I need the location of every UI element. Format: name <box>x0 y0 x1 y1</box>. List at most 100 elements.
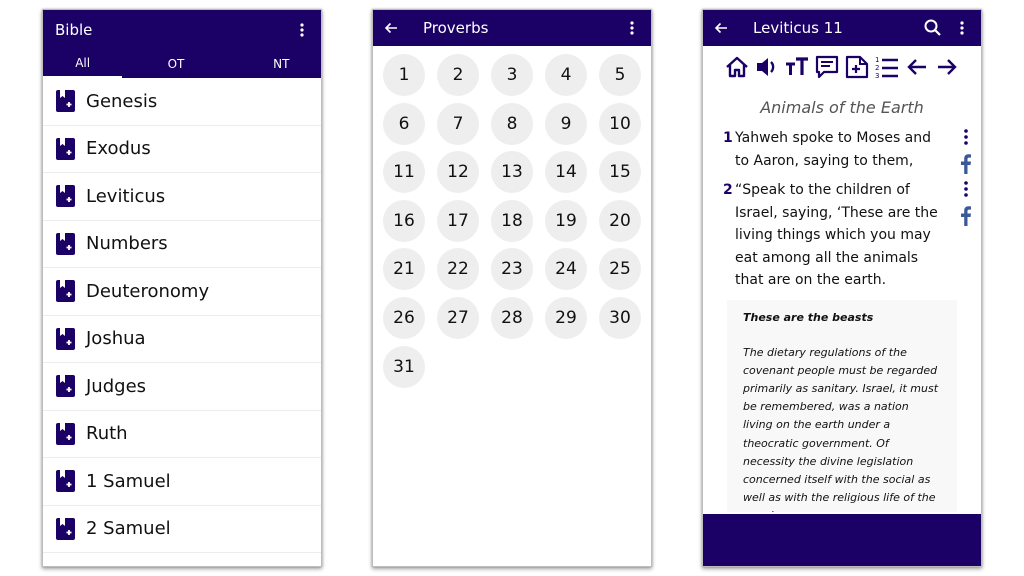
book-list-item[interactable]: 2 Samuel <box>43 506 321 553</box>
chapter-button[interactable]: 31 <box>383 345 425 388</box>
book-list-item[interactable]: Genesis <box>43 78 321 126</box>
chapter-button[interactable]: 18 <box>491 199 533 242</box>
chapter-button[interactable]: 22 <box>437 248 479 291</box>
section-title: Animals of the Earth <box>760 98 924 117</box>
chapter-button[interactable]: 13 <box>491 151 533 194</box>
book-list-item[interactable]: Leviticus <box>43 173 321 221</box>
book-list-item[interactable]: Judges <box>43 363 321 411</box>
tab-all[interactable]: All <box>43 50 123 78</box>
svg-text:3: 3 <box>875 72 879 79</box>
book-name: Ruth <box>86 423 128 445</box>
book-list-item[interactable]: 1 Samuel <box>43 458 321 506</box>
book-name: Exodus <box>86 138 151 160</box>
more-vert-icon[interactable] <box>953 19 971 37</box>
chapter-button[interactable]: 7 <box>437 102 479 145</box>
chapter-button[interactable]: 19 <box>545 199 587 242</box>
verse-actions <box>959 179 973 227</box>
book-title: Proverbs <box>423 19 489 37</box>
chapter-button[interactable]: 25 <box>599 248 641 291</box>
chapter-button[interactable]: 5 <box>599 54 641 96</box>
chapter-button[interactable]: 9 <box>545 102 587 145</box>
chapter-grid: 1 2 3 4 5 6 7 8 9 10 11 12 13 14 15 16 17 18 19 20 21 22 23 24 2… <box>373 46 651 388</box>
chapter-button[interactable]: 2 <box>437 54 479 96</box>
verse-number: 1 <box>723 130 733 146</box>
verse-number: 2 <box>723 182 733 198</box>
chapter-button[interactable]: 28 <box>491 296 533 339</box>
svg-text:1: 1 <box>875 56 879 64</box>
chapter-button[interactable]: 4 <box>545 54 587 96</box>
chapter-button[interactable]: 1 <box>383 54 425 96</box>
chapter-button[interactable]: 3 <box>491 54 533 96</box>
chapter-button[interactable]: 27 <box>437 296 479 339</box>
comment-icon[interactable] <box>814 54 840 80</box>
more-vert-icon[interactable] <box>293 21 311 39</box>
book-name: Joshua <box>86 328 146 350</box>
book-name: 1 Samuel <box>86 470 171 492</box>
book-list-item[interactable]: Exodus <box>43 126 321 173</box>
tab-ot[interactable]: OT <box>122 50 215 78</box>
bottom-bar <box>703 514 981 566</box>
previous-chapter-icon[interactable] <box>904 54 930 80</box>
chapter-button[interactable]: 17 <box>437 199 479 242</box>
book-list-item[interactable]: Numbers <box>43 221 321 268</box>
verse-more-icon[interactable] <box>959 179 973 199</box>
chapter-button[interactable]: 6 <box>383 102 425 145</box>
chapter-button[interactable]: 16 <box>383 199 425 242</box>
chapter-button[interactable]: 24 <box>545 248 587 291</box>
commentary-box: These are the beasts The dietary regulat… <box>727 299 957 512</box>
add-note-icon[interactable] <box>844 54 870 80</box>
search-icon[interactable] <box>923 18 943 38</box>
commentary-body: The dietary regulations of the covenant … <box>743 345 939 512</box>
book-list-item[interactable]: Joshua <box>43 316 321 363</box>
verse[interactable]: 2 “Speak to the children of Israel, sayin… <box>703 179 981 292</box>
arrow-back-icon[interactable] <box>373 10 409 46</box>
commentary-heading: These are the beasts <box>743 310 874 324</box>
verse-list: 1 Yahweh spoke to Moses and to Aaron, say… <box>703 127 981 292</box>
book-list: Genesis Exodus Leviticus Numbers Deuteronomy… <box>43 78 321 553</box>
more-vert-icon[interactable] <box>623 19 641 37</box>
facebook-share-icon[interactable] <box>959 153 973 175</box>
next-chapter-icon[interactable] <box>934 54 960 80</box>
facebook-share-icon[interactable] <box>959 205 973 227</box>
svg-text:2: 2 <box>875 64 879 72</box>
arrow-back-icon[interactable] <box>703 10 739 46</box>
verse-text: “Speak to the children of Israel, saying… <box>735 182 938 288</box>
book-name: Judges <box>86 375 147 397</box>
chapter-button[interactable]: 29 <box>545 296 587 339</box>
book-name: Deuteronomy <box>86 280 210 302</box>
books-screen: Bible All OT NT Genesis Exodus Leviticus Nu… <box>42 9 322 567</box>
chapter-button[interactable]: 30 <box>599 296 641 339</box>
chapters-screen: Proverbs 1 2 3 4 5 6 7 8 9 10 11 12 13 14 15 16 17 18 19 20… <box>372 9 652 567</box>
bible-book-icon <box>56 185 75 208</box>
chapter-title: Leviticus 11 <box>753 19 843 37</box>
book-name: Genesis <box>86 90 158 112</box>
numbered-list-icon[interactable]: 123 <box>874 54 900 80</box>
chapter-button[interactable]: 20 <box>599 199 641 242</box>
chapter-button[interactable]: 21 <box>383 248 425 291</box>
verse-actions <box>959 127 973 175</box>
book-name: Leviticus <box>86 185 166 207</box>
chapter-button[interactable]: 8 <box>491 102 533 145</box>
text-size-icon[interactable] <box>784 54 810 80</box>
chapter-button[interactable]: 11 <box>383 151 425 194</box>
verse-text: Yahweh spoke to Moses and to Aaron, sayi… <box>735 130 932 169</box>
testament-tabs: All OT NT <box>43 50 321 78</box>
chapter-button[interactable]: 15 <box>599 151 641 194</box>
app-bar: Bible <box>43 10 321 50</box>
chapter-button[interactable]: 23 <box>491 248 533 291</box>
book-name: 2 Samuel <box>86 518 171 540</box>
chapter-button[interactable]: 26 <box>383 296 425 339</box>
verse-more-icon[interactable] <box>959 127 973 147</box>
speaker-icon[interactable] <box>754 54 780 80</box>
bible-book-icon <box>56 327 75 350</box>
home-icon[interactable] <box>724 54 750 80</box>
reader-screen: Leviticus 11 123 Animals of the Earth 1 … <box>702 9 982 567</box>
chapter-button[interactable]: 14 <box>545 151 587 194</box>
bible-book-icon <box>56 232 75 255</box>
book-list-item[interactable]: Deuteronomy <box>43 268 321 316</box>
verse[interactable]: 1 Yahweh spoke to Moses and to Aaron, say… <box>703 127 981 175</box>
tab-nt[interactable]: NT <box>216 50 321 78</box>
chapter-button[interactable]: 10 <box>599 102 641 145</box>
chapter-button[interactable]: 12 <box>437 151 479 194</box>
book-list-item[interactable]: Ruth <box>43 411 321 458</box>
